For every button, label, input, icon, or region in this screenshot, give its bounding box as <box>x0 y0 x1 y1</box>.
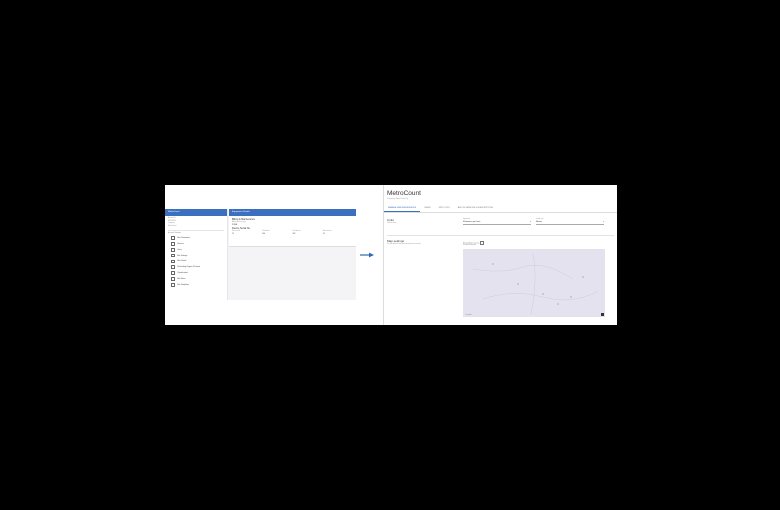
square-icon <box>171 253 175 258</box>
stat-value: 12 <box>322 233 325 236</box>
tab-manage-data-preferences[interactable]: MANAGE DATA PREFERENCES <box>384 204 421 212</box>
checkbox[interactable] <box>480 241 485 245</box>
sidebar: MetroCount Account ID MC001234 Company M… <box>165 209 228 300</box>
detail-panel: Equipment Details Billing & Maintenance … <box>229 209 356 300</box>
square-icon <box>171 265 175 270</box>
detail-stats: Service ends 12 Sub devices 140 Total devi… <box>232 231 353 236</box>
speed-unit-value: Kilometres per hour ▾ <box>463 221 531 226</box>
map-control-button[interactable] <box>601 313 604 316</box>
square-icon <box>171 277 175 282</box>
screenshot-canvas: MetroCount Account ID MC001234 Company M… <box>165 185 617 325</box>
stat-cell: Total devices 162 <box>293 231 323 236</box>
sidebar-item-label: Site Details <box>177 260 187 263</box>
sidebar-item[interactable]: Site Templates <box>165 282 227 288</box>
detail-section-title: Device Serial No. <box>232 226 251 230</box>
sidebar-item-label: Users <box>177 248 182 251</box>
tab-site-tools[interactable]: SITE TOOLS <box>435 204 454 212</box>
tab-add-on-services[interactable]: ADD ON SERVICES & SUBSCRIPTIONS <box>454 204 497 212</box>
stat-value: 162 <box>292 233 296 236</box>
map-settings-section: Map settings Set the default map area sh… <box>387 239 455 246</box>
new-settings-screen: MetroCount Company: MetroCount Pty MANAG… <box>383 185 617 325</box>
length-unit-text: Metres <box>536 221 543 224</box>
account-meta: Account ID MC001234 Company MetroCount <box>165 216 227 228</box>
map-settings-sub: Set the default map area shown for new s… <box>387 243 421 245</box>
square-icon <box>171 236 175 240</box>
stat-cell: Service ends 12 <box>232 231 262 236</box>
square-icon <box>171 241 175 246</box>
divider <box>387 235 614 236</box>
square-icon <box>171 259 175 264</box>
stat-cell: Sub devices 140 <box>262 231 292 236</box>
chevron-down-icon: ▾ <box>530 221 531 224</box>
square-icon <box>171 247 175 252</box>
tab-users[interactable]: USERS <box>420 204 435 212</box>
page-title: MetroCount <box>387 190 421 197</box>
square-icon <box>171 271 175 276</box>
arrow-right-icon <box>360 252 374 258</box>
units-section: Units Default units <box>387 218 455 225</box>
sidebar-item-label: Classification <box>177 272 188 275</box>
length-unit-select[interactable]: Length unit Metres ▾ <box>536 219 604 226</box>
sidebar-item-label: Sensors <box>177 242 184 245</box>
map-view[interactable]: ©mapbox <box>463 249 605 317</box>
stat-cell: Active devices 12 <box>323 231 353 236</box>
chevron-down-icon: ▾ <box>603 221 604 224</box>
map-area-label: Set default map area <box>463 245 476 246</box>
previous-settings-screen: MetroCount Account ID MC001234 Company M… <box>165 209 356 300</box>
mapbox-logo: ©mapbox <box>465 314 472 316</box>
detail-header: Equipment Details <box>229 209 356 216</box>
tab-bar: MANAGE DATA PREFERENCES USERS SITE TOOLS… <box>384 204 617 213</box>
sidebar-item-label: Scheduling Region & Format <box>177 266 201 269</box>
meta-line: MetroCount <box>168 225 177 227</box>
sidebar-item-label: Site Templates <box>177 284 189 287</box>
page-subtitle: Company: MetroCount Pty <box>387 198 409 200</box>
sidebar-item-label: Site Settings <box>177 254 188 257</box>
square-icon <box>171 283 175 287</box>
units-sub: Default units <box>387 222 397 224</box>
speed-unit-text: Kilometres per hour <box>463 221 481 224</box>
stat-value: 140 <box>262 233 266 236</box>
length-unit-value: Metres ▾ <box>536 221 604 226</box>
sidebar-header: MetroCount <box>165 209 227 216</box>
divider <box>168 229 224 231</box>
speed-unit-select[interactable]: Speed unit Kilometres per hour ▾ <box>463 219 531 226</box>
detail-card: Billing & Maintenance Billing account ty… <box>229 216 356 247</box>
map-roads <box>472 253 599 315</box>
stat-value: 12 <box>232 233 234 236</box>
sidebar-item-label: Site Parameters <box>177 236 191 239</box>
sidebar-item-label: Site Notes <box>177 278 186 281</box>
